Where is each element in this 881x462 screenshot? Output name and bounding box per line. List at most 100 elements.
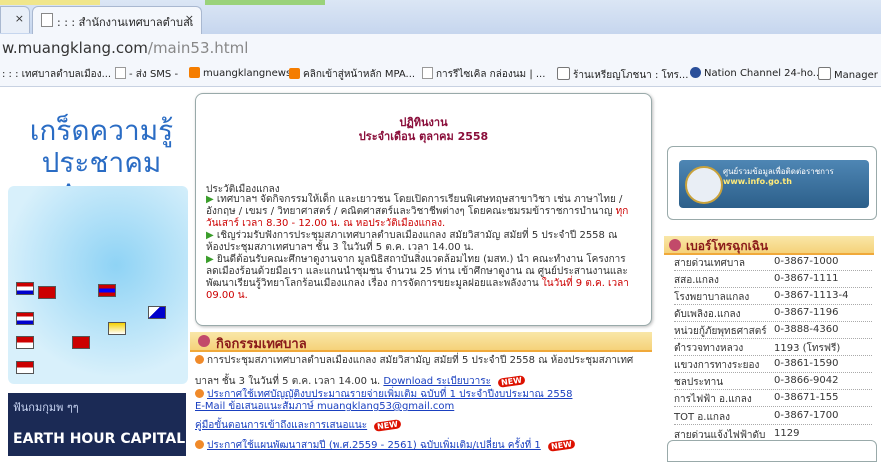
- tab-title: : : : สำนักงานเทศบาลตำบลเ: [57, 16, 194, 29]
- flag-icon: [16, 312, 34, 325]
- arrow-bullet-icon: [195, 355, 204, 364]
- info-banner-line2: www.info.go.th: [723, 177, 792, 186]
- flower-icon: [198, 335, 210, 347]
- row-divider: [674, 424, 872, 425]
- asean-map-image[interactable]: [8, 186, 188, 384]
- new-badge-icon: NEW: [547, 439, 576, 452]
- active-tab[interactable]: : : : สำนักงานเทศบาลตำบลเ ×: [32, 6, 202, 34]
- asean-title-line1: เกร็ดความรู้: [29, 114, 174, 147]
- flag-icon: [38, 286, 56, 299]
- phone-name: ตำรวจทางหลวง: [674, 343, 744, 354]
- activities-title: กิจกรรมเทศบาล: [216, 337, 307, 352]
- address-bar[interactable]: w.muangklang.com/main53.html: [0, 34, 881, 62]
- phone-name: สายด่วนเทศบาล: [674, 258, 745, 269]
- bookmark-item[interactable]: Nation Channel 24-ho...: [690, 67, 822, 79]
- emergency-phone-header: เบอร์โทรฉุกเฉิน: [664, 236, 874, 255]
- bullet-triangle-icon: ▶: [206, 230, 214, 241]
- activities-header: กิจกรรมเทศบาล: [190, 332, 652, 352]
- calendar-notice-box: ปฏิทินงาน ประจำเดือน ตุลาคม 2558 ประวัติ…: [195, 93, 652, 326]
- notice-item-text: เทศบาลฯ จัดกิจกรรมให้เด็ก และเยาวชน โดยเ…: [206, 194, 623, 217]
- activity-text: การประชุมสภาเทศบาลตำบลเมืองแกลง สมัยวิสา…: [207, 355, 634, 366]
- notice-item: ▶ เชิญร่วมรับฟังการประชุมสภาเทศบาลตำบลเม…: [206, 230, 636, 254]
- activity-item[interactable]: การประชุมสภาเทศบาลตำบลเมืองแกลง สมัยวิสา…: [195, 353, 633, 368]
- flag-icon: [108, 322, 126, 335]
- page-icon: [422, 67, 433, 79]
- bookmark-item[interactable]: - ส่ง SMS -: [115, 67, 178, 82]
- bookmark-item[interactable]: คลิกเข้าสู่หน้าหลัก MPA...: [289, 67, 415, 82]
- url-path: /main53.html: [147, 39, 249, 57]
- activity-item[interactable]: ประกาศใช้แผนพัฒนาสามปี (พ.ศ.2559 - 2561)…: [195, 438, 576, 453]
- row-divider: [674, 355, 872, 356]
- new-badge-icon: NEW: [373, 419, 402, 432]
- flag-icon: [16, 282, 34, 295]
- activity-text: บาลฯ ชั้น 3 ในวันที่ 5 ต.ค. เวลา 14.00 น…: [195, 376, 381, 387]
- bullet-triangle-icon: ▶: [206, 254, 214, 265]
- arrow-bullet-icon: [195, 389, 204, 398]
- row-divider: [674, 372, 872, 373]
- flag-icon: [98, 284, 116, 297]
- row-divider: [674, 270, 872, 271]
- new-badge-icon: NEW: [497, 375, 526, 388]
- close-tab-icon[interactable]: ×: [185, 12, 194, 25]
- row-divider: [674, 304, 872, 305]
- blogger-icon: [189, 67, 200, 78]
- tab-accent-green: [205, 0, 325, 5]
- manual-link[interactable]: คู่มือขั้นตอนการเข้าถึงและการเสนอแนะ: [195, 420, 367, 431]
- row-divider: [674, 406, 872, 407]
- arrow-bullet-icon: [195, 440, 204, 449]
- phone-number: 1193 (โทรฟรี): [774, 343, 841, 354]
- notice-title-line1: ปฏิทินงาน: [399, 116, 448, 129]
- activity-item[interactable]: คู่มือขั้นตอนการเข้าถึงและการเสนอแนะ NEW: [195, 418, 402, 433]
- manager-icon: [818, 67, 831, 80]
- notice-item: ▶ ยินดีต้อนรับคณะศึกษาดูงานจาก มูลนิธิสถ…: [206, 254, 636, 302]
- phone-number: 0-3866-9042: [774, 375, 839, 386]
- previous-tab[interactable]: ×: [0, 6, 30, 33]
- phone-name: TOT อ.แกลง: [674, 412, 730, 423]
- download-agenda-link[interactable]: Download ระเบียบวาระ: [383, 376, 491, 387]
- phone-name: ดับเพลิงอ.แกลง: [674, 309, 741, 320]
- bookmark-label: Manager O: [834, 70, 881, 81]
- bullet-triangle-icon: ▶: [206, 194, 214, 205]
- emergency-phone-title: เบอร์โทรฉุกเฉิน: [686, 239, 769, 253]
- email-link[interactable]: E-Mail ข้อเสนอแนะสัมภาษ์ muangklang53@gm…: [195, 401, 454, 412]
- phone-number: 0-38671-155: [774, 392, 839, 403]
- page-icon: [41, 13, 53, 27]
- bookmark-label: : : : เทศบาลตำบลเมือง...: [2, 69, 112, 80]
- bookmark-label: Nation Channel 24-ho...: [704, 68, 823, 79]
- browser-tab-strip: × : : : สำนักงานเทศบาลตำบลเ ×: [0, 0, 881, 34]
- row-divider: [674, 321, 872, 322]
- info-center-banner[interactable]: ศูนย์รวมข้อมูลเพื่อติดต่อราชการ www.info…: [679, 160, 869, 208]
- bookmark-item[interactable]: Manager O: [818, 67, 881, 81]
- phone-number: 0-3867-1113-4: [774, 290, 849, 301]
- bookmark-label: ร้านเหรียญโภชนา : โทร...: [573, 70, 689, 81]
- url-text[interactable]: w.muangklang.com/main53.html: [2, 39, 248, 57]
- phone-name: แขวงการทางระยอง: [674, 360, 760, 371]
- row-divider: [674, 389, 872, 390]
- bookmark-label: การรีไซเคิล กล่องนม | ...: [436, 69, 546, 80]
- phone-number: 0-3861-1590: [774, 358, 839, 369]
- bookmark-item[interactable]: ร้านเหรียญโภชนา : โทร...: [557, 67, 688, 83]
- bookmarks-bar: : : : เทศบาลตำบลเมือง... - ส่ง SMS - mua…: [0, 62, 881, 87]
- notice-title-line2: ประจำเดือน ตุลาคม 2558: [358, 130, 489, 143]
- flower-icon: [669, 239, 681, 251]
- government-seal-icon: [685, 166, 723, 204]
- phone-name: ชลประทาน: [674, 377, 724, 388]
- bookmark-item[interactable]: muangklangnews: [189, 67, 291, 79]
- phone-name: โรงพยาบาลแกลง: [674, 292, 750, 303]
- bookmark-label: muangklangnews: [203, 68, 292, 79]
- phone-number: 0-3867-1111: [774, 273, 839, 284]
- earth-hour-line1: ฟันกมกุมพ ๆๆ: [13, 401, 79, 414]
- activity-item[interactable]: E-Mail ข้อเสนอแนะสัมภาษ์ muangklang53@gm…: [195, 399, 454, 414]
- close-tab-icon[interactable]: ×: [15, 12, 24, 25]
- bookmark-label: คลิกเข้าสู่หน้าหลัก MPA...: [303, 69, 416, 80]
- bookmark-item[interactable]: การรีไซเคิล กล่องนม | ...: [422, 67, 545, 82]
- flag-icon: [148, 306, 166, 319]
- three-year-plan-link[interactable]: ประกาศใช้แผนพัฒนาสามปี (พ.ศ.2559 - 2561)…: [207, 440, 541, 451]
- next-panel-box: [667, 440, 877, 462]
- flag-icon: [72, 336, 90, 349]
- bookmark-item[interactable]: : : : เทศบาลตำบลเมือง...: [2, 67, 111, 82]
- flag-icon: [16, 336, 34, 349]
- bookmark-label: - ส่ง SMS -: [129, 69, 179, 80]
- earth-hour-banner[interactable]: ฟันกมกุมพ ๆๆ EARTH HOUR CAPITAL 2014: [8, 393, 229, 456]
- globe-icon: [690, 67, 701, 78]
